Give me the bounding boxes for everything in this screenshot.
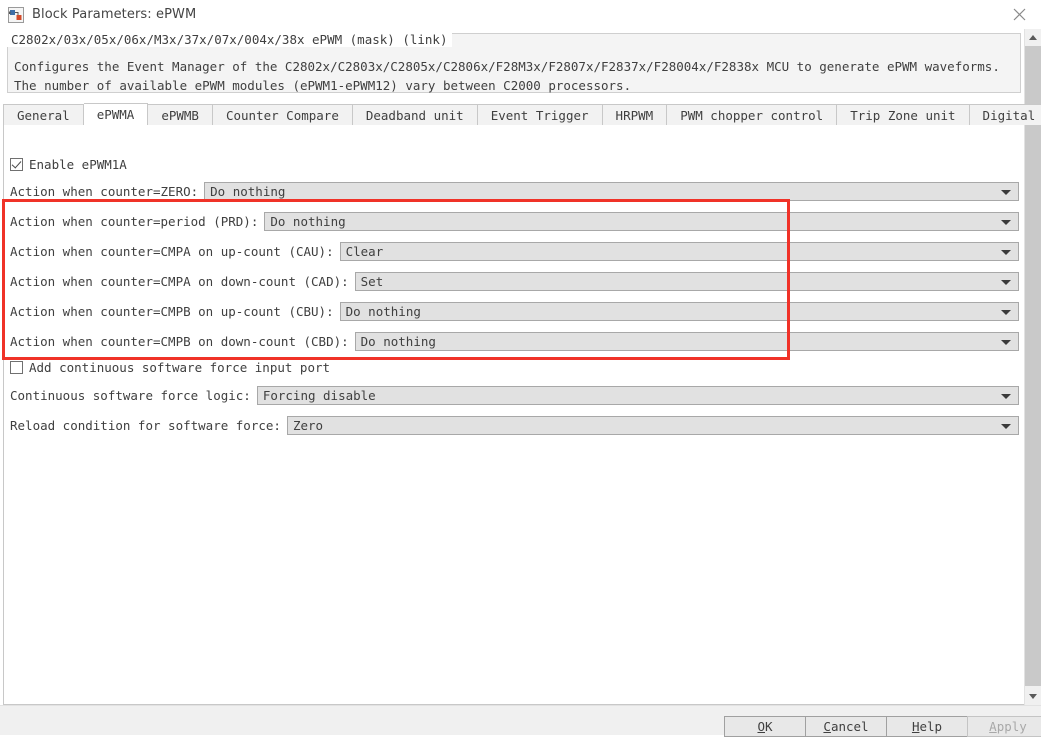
enable-epwm1a-row[interactable]: Enable ePWM1A xyxy=(10,156,127,172)
cancel-button-rest: ancel xyxy=(830,719,869,734)
add-sw-force-port-checkbox[interactable] xyxy=(10,360,23,374)
combo-action-cad[interactable]: Set xyxy=(354,272,1019,291)
tab-pwm-chopper-control[interactable]: PWM chopper control xyxy=(667,104,838,125)
field-row-action-zero: Action when counter=ZERO: Do nothing xyxy=(10,182,1019,201)
combo-value-sw-force-logic: Forcing disable xyxy=(262,388,376,403)
label-reload-condition: Reload condition for software force: xyxy=(10,418,281,433)
add-sw-force-port-row[interactable]: Add continuous software force input port xyxy=(10,359,330,375)
combo-action-cbu[interactable]: Do nothing xyxy=(339,302,1019,321)
field-row-action-cad: Action when counter=CMPA on down-count (… xyxy=(10,272,1019,291)
chevron-down-icon xyxy=(1001,393,1011,399)
dialog-footer: OK Cancel Help Apply xyxy=(0,705,1041,737)
combo-value-action-cau: Clear xyxy=(345,244,384,259)
field-row-action-cbd: Action when counter=CMPB on down-count (… xyxy=(10,332,1019,351)
tab-general[interactable]: General xyxy=(3,104,84,125)
combo-action-prd[interactable]: Do nothing xyxy=(264,212,1019,231)
tab-digital-compare[interactable]: Digital Compare xyxy=(969,104,1041,125)
label-action-cbu: Action when counter=CMPB on up-count (CB… xyxy=(10,304,334,319)
label-action-prd: Action when counter=period (PRD): xyxy=(10,214,259,229)
field-row-action-cbu: Action when counter=CMPB on up-count (CB… xyxy=(10,302,1019,321)
label-action-zero: Action when counter=ZERO: xyxy=(10,184,199,199)
window-title: Block Parameters: ePWM xyxy=(32,7,197,22)
chevron-down-icon[interactable] xyxy=(1025,688,1041,705)
tab-strip: General ePWMA ePWMB Counter Compare Dead… xyxy=(3,103,1041,125)
enable-epwm1a-checkbox[interactable] xyxy=(10,157,23,171)
mask-description-line-1: Configures the Event Manager of the C280… xyxy=(14,59,1000,74)
mask-description-line-2: The number of available ePWM modules (eP… xyxy=(14,78,632,93)
chevron-down-icon xyxy=(1001,279,1011,285)
combo-action-cau[interactable]: Clear xyxy=(339,242,1019,261)
field-row-action-cau: Action when counter=CMPA on up-count (CA… xyxy=(10,242,1019,261)
chevron-down-icon xyxy=(1001,339,1011,345)
field-row-sw-force-logic: Continuous software force logic: Forcing… xyxy=(10,386,1019,405)
tab-epwma[interactable]: ePWMA xyxy=(83,103,149,125)
chevron-down-icon xyxy=(1001,219,1011,225)
apply-button-rest: pply xyxy=(996,719,1027,734)
vertical-scrollbar[interactable] xyxy=(1024,29,1041,705)
combo-value-action-zero: Do nothing xyxy=(210,184,286,199)
label-sw-force-logic: Continuous software force logic: xyxy=(10,388,251,403)
combo-reload-condition[interactable]: Zero xyxy=(286,416,1019,435)
tab-hrpwm[interactable]: HRPWM xyxy=(602,104,668,125)
combo-sw-force-logic[interactable]: Forcing disable xyxy=(256,386,1019,405)
tab-epwmb[interactable]: ePWMB xyxy=(148,104,213,125)
chevron-down-icon xyxy=(1001,249,1011,255)
label-action-cau: Action when counter=CMPA on up-count (CA… xyxy=(10,244,334,259)
chevron-up-icon[interactable] xyxy=(1025,29,1041,46)
epwma-panel: Enable ePWM1A Action when counter=ZERO: … xyxy=(3,125,1028,705)
chevron-down-icon xyxy=(1001,309,1011,315)
mask-group-caption: C2802x/03x/05x/06x/M3x/37x/07x/004x/38x … xyxy=(7,33,452,47)
field-row-action-prd: Action when counter=period (PRD): Do not… xyxy=(10,212,1019,231)
chevron-down-icon xyxy=(1001,423,1011,429)
apply-button: Apply xyxy=(967,716,1041,737)
label-action-cad: Action when counter=CMPA on down-count (… xyxy=(10,274,349,289)
chevron-down-icon xyxy=(1001,189,1011,195)
help-button[interactable]: Help xyxy=(886,716,968,737)
combo-action-cbd[interactable]: Do nothing xyxy=(354,332,1019,351)
title-bar: Block Parameters: ePWM xyxy=(0,0,1041,30)
cancel-button[interactable]: Cancel xyxy=(805,716,887,737)
combo-value-action-cad: Set xyxy=(360,274,384,289)
label-action-cbd: Action when counter=CMPB on down-count (… xyxy=(10,334,349,349)
tab-counter-compare[interactable]: Counter Compare xyxy=(212,104,353,125)
field-row-reload-condition: Reload condition for software force: Zer… xyxy=(10,416,1019,435)
ok-button-rest: K xyxy=(765,719,773,734)
add-sw-force-port-label: Add continuous software force input port xyxy=(29,359,331,375)
combo-value-action-cbu: Do nothing xyxy=(345,304,421,319)
dialog-body: C2802x/03x/05x/06x/M3x/37x/07x/004x/38x … xyxy=(0,29,1041,705)
enable-epwm1a-label: Enable ePWM1A xyxy=(29,156,127,172)
tab-event-trigger[interactable]: Event Trigger xyxy=(477,104,603,125)
combo-value-action-prd: Do nothing xyxy=(270,214,346,229)
combo-action-zero[interactable]: Do nothing xyxy=(204,182,1019,201)
combo-value-action-cbd: Do nothing xyxy=(360,334,436,349)
tab-deadband-unit[interactable]: Deadband unit xyxy=(352,104,478,125)
simulink-block-icon xyxy=(8,6,24,23)
help-button-rest: elp xyxy=(919,719,943,734)
scrollbar-thumb[interactable] xyxy=(1025,46,1041,686)
mask-description-text: Configures the Event Manager of the C280… xyxy=(14,57,1014,95)
close-icon[interactable] xyxy=(997,0,1041,29)
combo-value-reload-condition: Zero xyxy=(292,418,324,433)
tab-trip-zone-unit[interactable]: Trip Zone unit xyxy=(837,104,970,125)
ok-button[interactable]: OK xyxy=(724,716,806,737)
